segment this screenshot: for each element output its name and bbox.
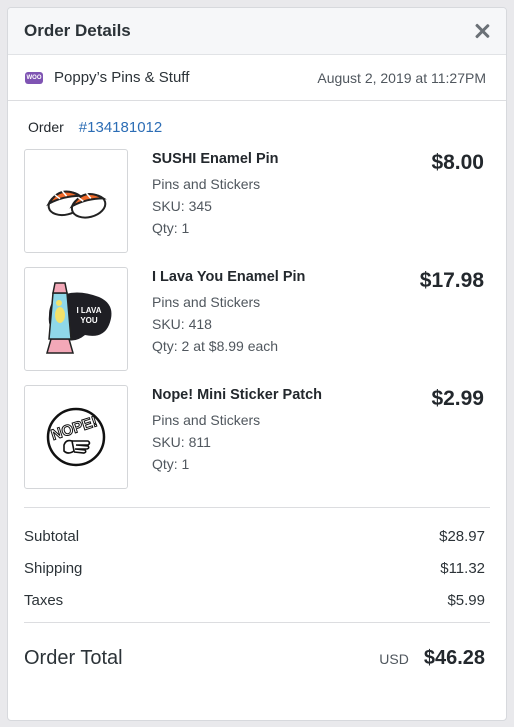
- order-label: Order: [28, 119, 64, 135]
- line-item: I LAVA YOU I Lava You Enamel Pin Pins an…: [24, 267, 506, 385]
- shipping-label: Shipping: [24, 560, 83, 577]
- shipping-row: Shipping $11.32: [24, 560, 485, 592]
- store-row: WOO Poppy’s Pins & Stuff August 2, 2019 …: [8, 55, 506, 101]
- product-price: $17.98: [419, 269, 484, 292]
- product-image[interactable]: NOPE!: [24, 385, 128, 489]
- product-category: Pins and Stickers: [152, 176, 261, 192]
- lava-lamp-pin-icon: I LAVA YOU: [46, 282, 112, 354]
- pin-text: I LAVA: [76, 306, 101, 315]
- shipping-value: $11.32: [440, 560, 485, 577]
- line-item: NOPE! Nope! Mini Sticker Patch Pins and …: [24, 385, 506, 503]
- product-price: $2.99: [431, 387, 484, 410]
- product-image[interactable]: I LAVA YOU: [24, 267, 128, 371]
- product-qty: Qty: 1: [152, 456, 190, 472]
- taxes-value: $5.99: [447, 592, 485, 609]
- currency-code: USD: [379, 651, 409, 667]
- product-price: $8.00: [431, 151, 484, 174]
- product-sku: SKU: 345: [152, 198, 212, 214]
- product-name: SUSHI Enamel Pin: [152, 151, 279, 167]
- totals-section: Subtotal $28.97 Shipping $11.32 Taxes $5…: [8, 508, 506, 624]
- product-category: Pins and Stickers: [152, 294, 261, 310]
- order-date: August 2, 2019 at 11:27PM: [317, 69, 486, 86]
- close-icon[interactable]: [472, 21, 492, 41]
- order-total-label: Order Total: [24, 647, 123, 669]
- nope-patch-icon: NOPE!: [46, 407, 106, 467]
- pin-text: YOU: [80, 316, 98, 325]
- product-category: Pins and Stickers: [152, 412, 261, 428]
- product-sku: SKU: 811: [152, 434, 211, 450]
- subtotal-label: Subtotal: [24, 528, 80, 545]
- subtotal-value: $28.97: [439, 528, 485, 545]
- subtotal-row: Subtotal $28.97: [24, 528, 485, 560]
- taxes-label: Taxes: [24, 592, 64, 609]
- order-number-link[interactable]: #134181012: [79, 119, 162, 136]
- product-qty: Qty: 2 at $8.99 each: [152, 338, 279, 354]
- line-item: SUSHI Enamel Pin Pins and Stickers SKU: …: [24, 149, 506, 267]
- order-total-value: $46.28: [423, 647, 485, 669]
- product-image[interactable]: [24, 149, 128, 253]
- sushi-pin-icon: [46, 190, 107, 219]
- product-name: Nope! Mini Sticker Patch: [152, 387, 323, 403]
- order-id-line: Order #134181012: [8, 101, 506, 136]
- page-title: Order Details: [24, 21, 131, 40]
- order-details-panel: Order Details WOO Poppy’s Pins & Stuff A…: [7, 7, 507, 721]
- order-total-row: Order Total USD $46.28: [8, 623, 506, 670]
- product-name: I Lava You Enamel Pin: [152, 269, 306, 285]
- taxes-row: Taxes $5.99: [24, 592, 485, 624]
- product-qty: Qty: 1: [152, 220, 190, 236]
- store-name: Poppy’s Pins & Stuff: [54, 69, 190, 86]
- woocommerce-icon: WOO: [25, 71, 43, 84]
- panel-header: Order Details: [8, 8, 506, 55]
- product-sku: SKU: 418: [152, 316, 212, 332]
- line-items: SUSHI Enamel Pin Pins and Stickers SKU: …: [8, 136, 506, 503]
